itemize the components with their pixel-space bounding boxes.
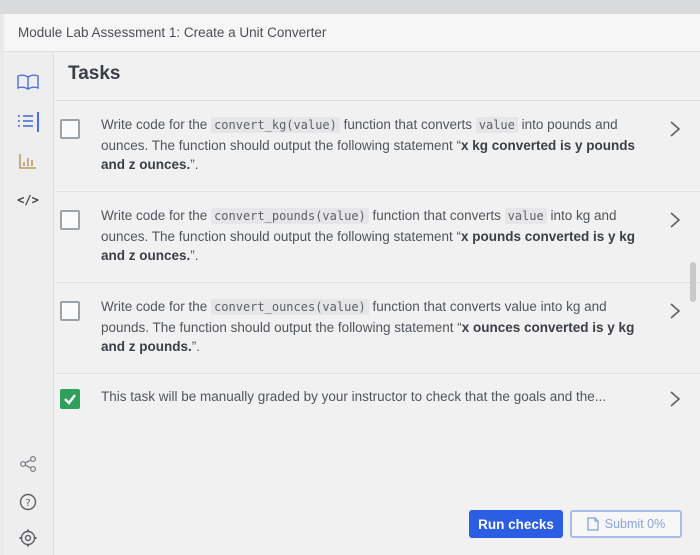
task-item[interactable]: This task will be manually graded by you…: [55, 373, 700, 423]
panel-footer: Run checks Submit 0%: [55, 510, 700, 555]
tasks-panel: Tasks Write code for the convert_kg(valu…: [55, 52, 700, 555]
submit-button[interactable]: Submit 0%: [570, 510, 682, 538]
chevron-right-icon[interactable]: [668, 119, 682, 139]
task-item[interactable]: Write code for the convert_kg(value) fun…: [55, 100, 700, 191]
chart-icon[interactable]: [16, 151, 40, 171]
help-icon[interactable]: ?: [16, 492, 40, 512]
top-strip: [0, 0, 700, 14]
run-checks-button[interactable]: Run checks: [469, 510, 563, 538]
task-text-part: Write code for the: [101, 208, 212, 223]
task-item[interactable]: Write code for the convert_pounds(value)…: [55, 191, 700, 282]
inline-code: convert_pounds(value): [211, 208, 369, 224]
check-icon: [64, 394, 76, 405]
help-glyph: ?: [25, 498, 30, 509]
inline-code: convert_ounces(value): [211, 299, 369, 315]
document-icon: [587, 517, 599, 531]
title-bar: Module Lab Assessment 1: Create a Unit C…: [4, 14, 700, 52]
tasks-header: Tasks: [55, 52, 700, 100]
task-checkbox[interactable]: [60, 301, 80, 321]
task-text-part: function that converts: [368, 208, 505, 223]
chevron-right-icon[interactable]: [668, 301, 682, 321]
inline-code: value: [475, 117, 518, 133]
settings-icon[interactable]: [16, 528, 40, 548]
task-description: This task will be manually graded by you…: [101, 389, 607, 404]
lab-window: Module Lab Assessment 1: Create a Unit C…: [4, 14, 700, 555]
side-rail: </> ?: [4, 52, 54, 555]
share-icon[interactable]: [16, 454, 40, 474]
chevron-right-icon[interactable]: [668, 389, 682, 409]
task-checkbox[interactable]: [60, 210, 80, 230]
inline-code: convert_kg(value): [211, 117, 340, 133]
submit-label: Submit 0%: [604, 517, 666, 531]
task-text-part: ”.: [190, 248, 199, 263]
code-icon[interactable]: </>: [16, 190, 40, 210]
task-checkbox[interactable]: [60, 119, 80, 139]
chevron-right-icon[interactable]: [668, 210, 682, 230]
task-checkbox-checked[interactable]: [60, 389, 80, 409]
task-text-part: Write code for the: [101, 117, 212, 132]
list-icon[interactable]: [16, 112, 40, 132]
task-description: Write code for the convert_ounces(value)…: [101, 297, 651, 357]
window-title: Module Lab Assessment 1: Create a Unit C…: [18, 25, 327, 40]
task-text-part: ”.: [190, 157, 199, 172]
inline-code: value: [504, 208, 547, 224]
task-text-part: function that converts: [339, 117, 476, 132]
task-description: Write code for the convert_kg(value) fun…: [101, 115, 651, 175]
task-description: Write code for the convert_pounds(value)…: [101, 206, 651, 266]
panel-title: Tasks: [68, 63, 121, 84]
task-item[interactable]: Write code for the convert_ounces(value)…: [55, 282, 700, 373]
task-text-part: ”.: [191, 339, 200, 354]
task-text-part: Write code for the: [101, 299, 212, 314]
book-icon[interactable]: [16, 72, 40, 92]
scrollbar-thumb[interactable]: [690, 262, 696, 302]
